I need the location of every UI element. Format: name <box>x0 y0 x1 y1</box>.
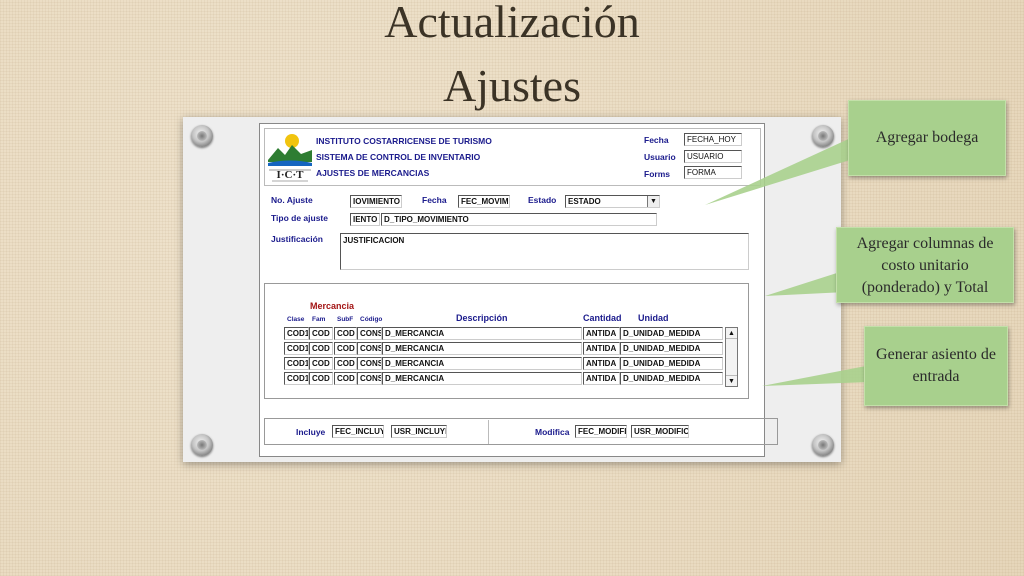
callout-generar-asiento: Generar asiento de entrada <box>864 326 1008 406</box>
callout-text: Generar asiento de entrada <box>876 346 996 385</box>
callout-text: Agregar bodega <box>875 129 979 146</box>
callout-tail-asiento <box>762 366 870 386</box>
callout-tail-bodega <box>705 136 866 205</box>
callout-agregar-columnas: Agregar columnas de costo unitario (pond… <box>836 227 1014 303</box>
callout-text: Agregar columnas de costo unitario (pond… <box>856 235 994 296</box>
callout-agregar-bodega: Agregar bodega <box>848 100 1006 176</box>
callout-tail-columnas <box>765 272 846 296</box>
